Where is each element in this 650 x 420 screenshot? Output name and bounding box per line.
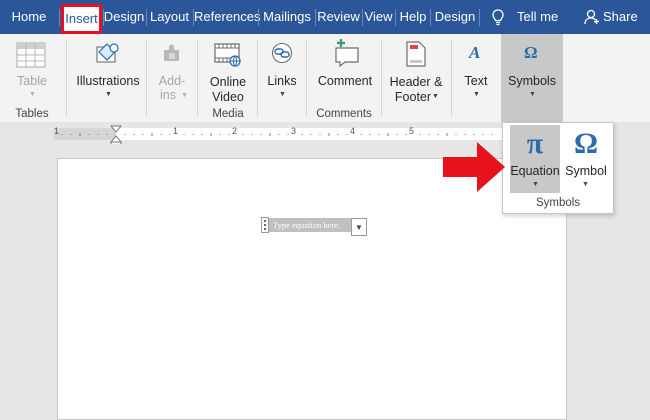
ruler-number: 4 <box>350 126 356 136</box>
text-box-icon: A <box>468 43 480 62</box>
tab-equation-design[interactable]: Design <box>432 0 478 34</box>
add-ins-label-line2: ins <box>160 88 176 102</box>
group-tables: Table ▼ Tables <box>0 34 64 122</box>
group-divider <box>257 40 258 116</box>
text-button[interactable]: A Text ▼ <box>454 36 498 102</box>
comment-label: Comment <box>317 74 373 88</box>
equation-handle[interactable] <box>261 217 269 233</box>
add-ins-icon <box>164 44 179 61</box>
chevron-down-icon: ▼ <box>29 91 36 98</box>
links-icon <box>271 42 293 64</box>
group-divider <box>146 40 147 116</box>
symbol-label: Symbol <box>565 164 607 178</box>
chevron-down-icon: ▼ <box>355 223 363 232</box>
illustrations-label: Illustrations <box>76 74 140 88</box>
online-video-label-line1: Online <box>209 75 247 89</box>
group-label-tables: Tables <box>15 108 49 120</box>
document-page[interactable] <box>57 158 567 420</box>
chevron-down-icon: ▼ <box>181 92 188 99</box>
comment-button[interactable]: Comment <box>312 36 378 96</box>
header-footer-button[interactable]: Header & Footer ▼ <box>384 36 448 104</box>
ruler-number: 3 <box>291 126 297 136</box>
table-button[interactable]: Table ▼ <box>10 36 54 100</box>
red-arrow-annotation <box>443 142 505 192</box>
tell-me-label: Tell me <box>517 9 559 24</box>
header-footer-label-line1: Header & <box>389 75 443 89</box>
group-divider <box>451 40 452 116</box>
share-label: Share <box>603 9 638 24</box>
links-label: Links <box>267 74 297 88</box>
online-video-icon <box>214 43 241 67</box>
share-button[interactable]: Share <box>582 0 648 34</box>
ribbon-tab-bar: Home Insert Design Layout References Mai… <box>0 0 650 34</box>
chevron-down-icon: ▼ <box>432 93 439 100</box>
pi-icon: π <box>526 127 544 160</box>
tab-insert[interactable]: Insert <box>61 4 102 34</box>
tab-separator <box>479 9 480 26</box>
online-video-label-line2: Video <box>212 90 244 104</box>
equation-placeholder-text: Type equation here. <box>273 220 341 230</box>
tab-design[interactable]: Design <box>103 0 145 34</box>
tab-mailings[interactable]: Mailings <box>260 0 314 34</box>
tab-separator <box>395 9 396 26</box>
group-label-comments: Comments <box>316 108 372 120</box>
group-label-media: Media <box>212 108 244 120</box>
chevron-down-icon: ▼ <box>529 91 536 98</box>
tab-separator <box>258 9 259 26</box>
text-label: Text <box>464 74 488 88</box>
lightbulb-icon <box>492 9 504 26</box>
symbols-label: Symbols <box>508 74 556 88</box>
equation-options-button[interactable]: ▼ <box>351 218 367 236</box>
header-footer-label-line2: Footer <box>394 90 432 104</box>
svg-text:Ω: Ω <box>524 43 538 62</box>
equation-button[interactable]: π Equation ▼ <box>510 125 560 193</box>
add-ins-button[interactable]: Add- ins ▼ <box>150 36 194 102</box>
group-divider <box>306 40 307 116</box>
chevron-down-icon: ▼ <box>279 91 286 98</box>
tell-me-search[interactable]: Tell me <box>488 0 568 34</box>
illustrations-icon <box>96 43 119 63</box>
omega-icon: Ω <box>524 43 538 62</box>
equation-label: Equation <box>510 164 560 178</box>
symbols-button[interactable]: Ω Symbols ▼ <box>501 34 563 122</box>
tab-view[interactable]: View <box>363 0 394 34</box>
chevron-down-icon: ▼ <box>105 91 112 98</box>
tab-separator <box>430 9 431 26</box>
ruler-number: 1 <box>173 126 179 136</box>
omega-icon: Ω <box>573 127 599 160</box>
tab-layout[interactable]: Layout <box>147 0 192 34</box>
group-comments: Comment Comments <box>308 34 380 122</box>
group-divider <box>381 40 382 116</box>
drag-dots-icon <box>264 220 268 230</box>
new-comment-icon <box>335 39 359 68</box>
tab-references[interactable]: References <box>194 0 260 34</box>
chevron-down-icon: ▼ <box>582 181 589 188</box>
share-person-icon <box>584 9 599 25</box>
ruler-number: 5 <box>409 126 415 136</box>
symbol-button[interactable]: Ω Symbol ▼ <box>561 125 611 193</box>
tab-help[interactable]: Help <box>397 0 429 34</box>
tab-separator <box>59 9 60 26</box>
add-ins-label-line1: Add- <box>158 74 186 88</box>
tab-review[interactable]: Review <box>316 0 361 34</box>
illustrations-button[interactable]: Illustrations ▼ <box>72 36 144 102</box>
chevron-down-icon: ▼ <box>473 91 480 98</box>
header-footer-icon <box>406 41 426 67</box>
table-label: Table <box>17 74 47 88</box>
ruler-number: 1 <box>54 126 60 136</box>
chevron-down-icon: ▼ <box>532 181 539 188</box>
group-label-symbols: Symbols <box>535 197 581 209</box>
ribbon-insert: Table ▼ Tables Illustrations ▼ Add- ins … <box>0 34 650 123</box>
links-button[interactable]: Links ▼ <box>260 36 304 102</box>
group-media: Online Video Media <box>198 34 256 122</box>
ruler-number: 2 <box>232 126 238 136</box>
table-icon <box>16 42 46 68</box>
equation-placeholder-box[interactable]: Type equation here. <box>269 218 351 232</box>
group-divider <box>66 40 67 116</box>
symbols-flyout: π Equation ▼ Ω Symbol ▼ Symbols <box>502 122 614 214</box>
online-video-button[interactable]: Online Video <box>202 36 254 104</box>
svg-text:A: A <box>468 43 480 62</box>
tab-home[interactable]: Home <box>0 0 58 34</box>
